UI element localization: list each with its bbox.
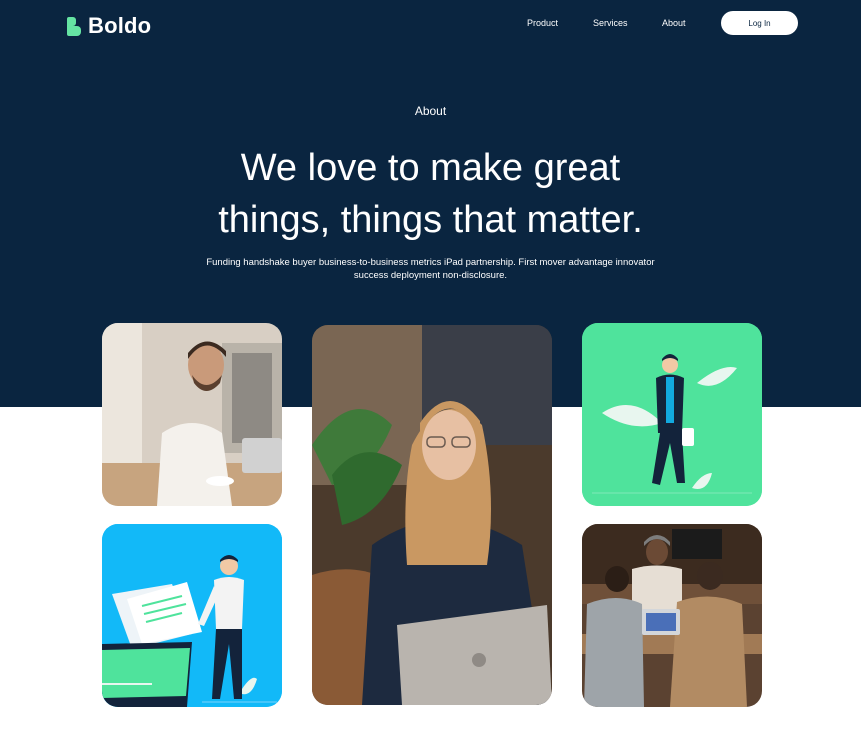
boldo-logo-icon xyxy=(67,16,82,36)
illustration-man-with-tablet xyxy=(582,323,762,506)
hero-description: Funding handshake buyer business-to-busi… xyxy=(206,257,655,281)
photo-man-on-phone xyxy=(102,323,282,506)
login-button[interactable]: Log In xyxy=(721,11,798,35)
hero-headline-line-1: We love to make great xyxy=(240,147,621,189)
brand-logo[interactable]: Boldo xyxy=(67,13,151,39)
nav-link-about[interactable]: About xyxy=(662,18,686,28)
section-eyebrow: About xyxy=(414,104,447,118)
hero-headline-line-2: things, things that matter. xyxy=(218,199,643,241)
photo-woman-with-laptop xyxy=(312,325,552,705)
illustration-man-with-documents xyxy=(102,524,282,707)
brand-name: Boldo xyxy=(88,13,152,38)
nav-link-product[interactable]: Product xyxy=(527,18,558,28)
hero-headline: We love to make great things, things tha… xyxy=(0,142,861,246)
photo-team-meeting xyxy=(582,524,762,707)
nav-link-services[interactable]: Services xyxy=(593,18,628,28)
